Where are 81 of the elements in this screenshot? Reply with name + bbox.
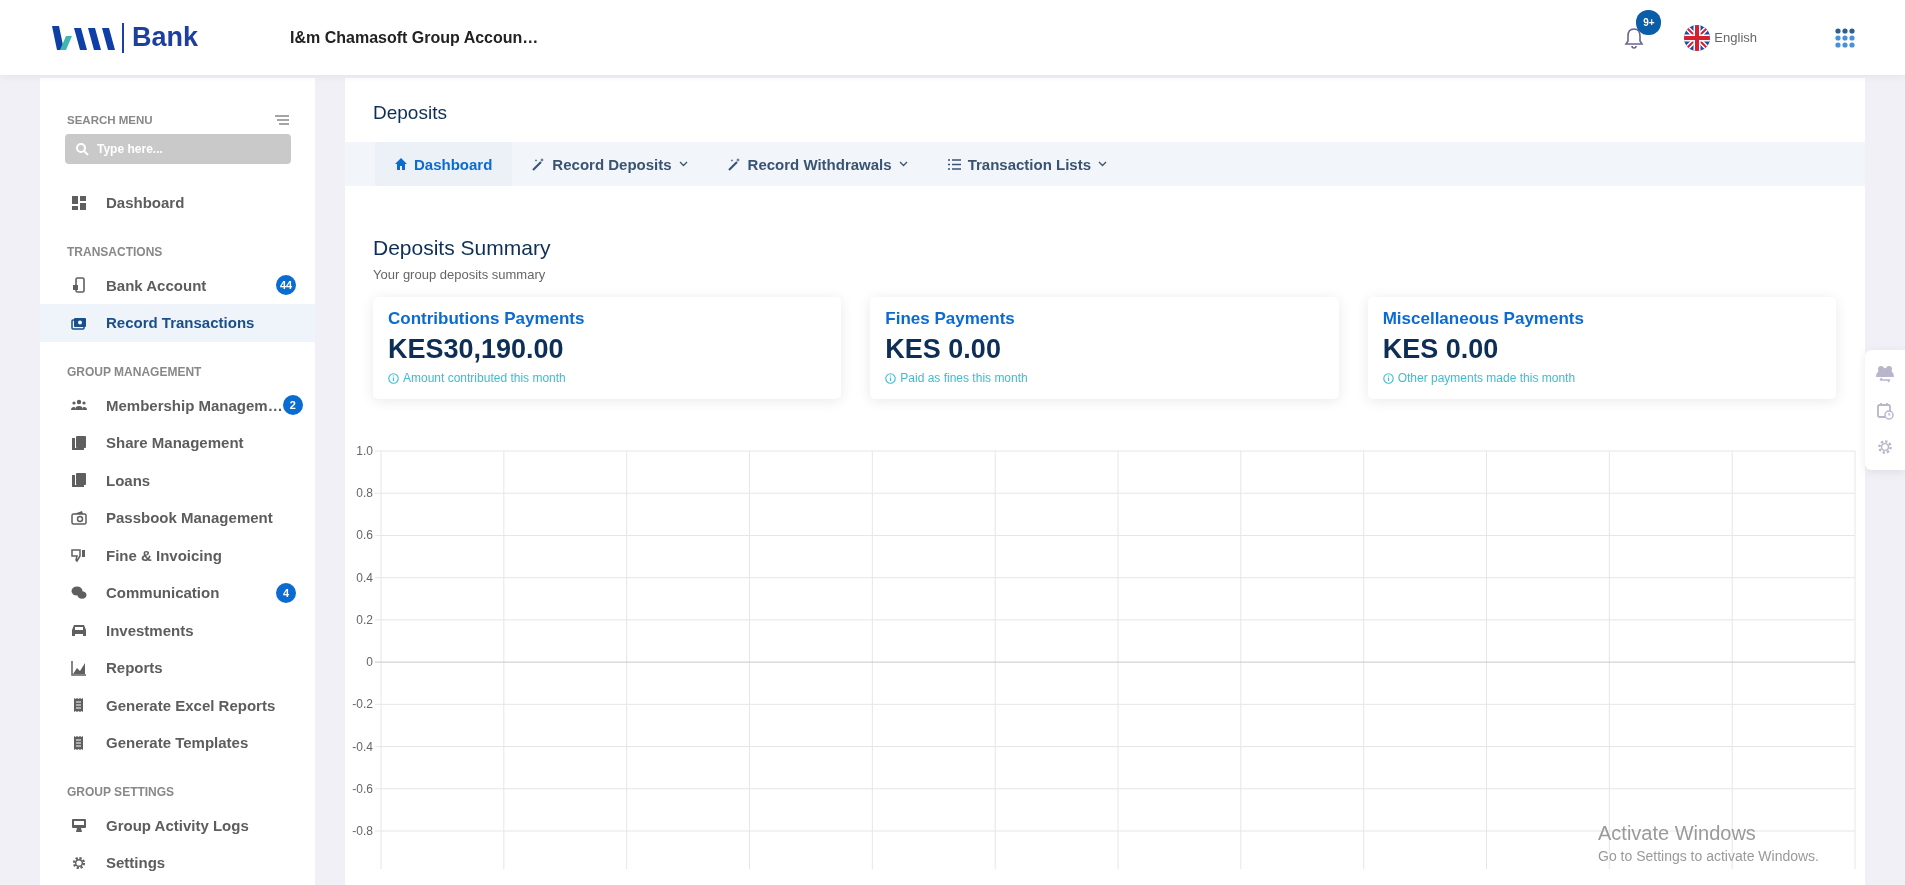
sidebar-item[interactable]: Loans — [40, 461, 315, 499]
sidebar-item[interactable]: Record Transactions — [40, 304, 315, 342]
axis-tick-label: -0.2 — [352, 697, 373, 712]
notification-badge: 9+ — [1636, 9, 1662, 35]
info-icon — [388, 372, 399, 384]
section-heading: TRANSACTIONS — [66, 243, 164, 261]
card-note: Other payments made this month — [1397, 371, 1576, 385]
sidebar-item[interactable]: Settings — [40, 844, 315, 882]
sidebar-item[interactable]: Bank Account 44 — [40, 266, 315, 304]
search-menu-label: SEARCH MENU — [67, 114, 153, 126]
menu-lines-icon[interactable] — [275, 115, 289, 125]
axis-tick-label: 1.0 — [356, 444, 373, 458]
card-title: Contributions Payments — [388, 309, 586, 329]
sidebar-item[interactable]: Dashboard — [40, 184, 315, 222]
axis-tick-label: 0.8 — [356, 486, 373, 501]
car-icon — [71, 622, 87, 639]
home-icon — [395, 158, 407, 170]
search-icon — [76, 143, 89, 156]
chart-icon — [71, 659, 87, 676]
info-icon — [1382, 372, 1394, 384]
sidebar-item[interactable]: Share Management — [40, 424, 315, 462]
count-badge: 4 — [276, 582, 296, 603]
apps-grid-icon[interactable] — [1835, 27, 1855, 48]
thumbs-down-icon — [71, 547, 87, 564]
sidebar-item[interactable]: Group Activity Logs — [40, 806, 315, 844]
sidebar-item[interactable]: Membership Managem… 2 — [40, 386, 315, 424]
sidebar-item[interactable]: Generate Templates — [40, 724, 315, 762]
axis-tick-label: 0.4 — [356, 570, 373, 585]
page-title: Deposits — [372, 101, 448, 125]
group-name: I&m Chamasoft Group Accoun… — [290, 28, 539, 47]
sidebar-item[interactable]: Communication 4 — [40, 574, 315, 612]
card-note: Paid as fines this month — [900, 371, 1028, 385]
sidebar-item[interactable]: Passbook Management — [40, 499, 315, 537]
sidebar-item[interactable]: Generate Excel Reports — [40, 686, 315, 724]
amount: KES30,190.00 — [388, 334, 565, 365]
info-icon — [885, 372, 897, 384]
activation-notice-text: Go to Settings to activate Windows. — [1598, 848, 1819, 864]
tab[interactable]: Transaction Lists — [927, 142, 1127, 186]
dashboard-icon — [71, 194, 87, 211]
count-badge: 2 — [282, 395, 303, 416]
chat-icon — [71, 584, 87, 601]
list-icon — [947, 158, 961, 170]
amount: KES 0.00 — [1382, 334, 1500, 365]
axis-tick-label: -0.8 — [352, 824, 373, 838]
people-icon[interactable] — [1876, 365, 1894, 384]
brand-name: Bank — [132, 22, 199, 53]
axis-tick-label: 0.2 — [356, 612, 373, 627]
activation-notice-title: Activate Windows — [1598, 822, 1757, 845]
card-note: Amount contributed this month — [403, 371, 566, 385]
settings-icon[interactable] — [1877, 438, 1893, 455]
sidebar-item[interactable]: Reports — [40, 649, 315, 687]
axis-tick-label: 0 — [366, 655, 373, 670]
monitor-icon — [71, 817, 87, 834]
sidebar-item[interactable]: Fine & Invoicing — [40, 536, 315, 574]
tab[interactable]: Record Withdrawals — [707, 142, 928, 186]
books-icon — [71, 434, 87, 451]
magic-wand-icon — [532, 157, 546, 171]
magic-wand-icon — [727, 157, 741, 171]
section-heading: GROUP SETTINGS — [66, 783, 176, 801]
count-badge: 44 — [276, 275, 296, 296]
section-subtitle: Your group deposits summary — [373, 267, 547, 282]
tab[interactable]: Record Deposits — [512, 142, 708, 186]
flag-icon — [1684, 24, 1711, 51]
settings-icon — [71, 854, 87, 871]
section-title: Deposits Summary — [372, 235, 552, 260]
axis-tick-label: -0.6 — [352, 781, 373, 796]
tab[interactable]: Dashboard — [375, 142, 513, 186]
sidebar-item[interactable]: Investments — [40, 611, 315, 649]
section-heading: GROUP MANAGEMENT — [66, 363, 203, 381]
axis-tick-label: -0.4 — [352, 739, 373, 754]
card-title: Fines Payments — [885, 309, 1016, 329]
amount: KES 0.00 — [885, 334, 1002, 365]
phone-icon — [71, 277, 87, 294]
books-icon — [71, 472, 87, 489]
wallet-icon — [71, 509, 87, 526]
card-title: Miscellaneous Payments — [1382, 309, 1585, 329]
calendar-clock-icon[interactable] — [1876, 402, 1894, 420]
notifications-button[interactable] — [1624, 26, 1645, 49]
axis-tick-label: 0.6 — [356, 528, 373, 543]
language-selector[interactable]: English — [1684, 24, 1757, 51]
logo-icon — [50, 23, 116, 52]
